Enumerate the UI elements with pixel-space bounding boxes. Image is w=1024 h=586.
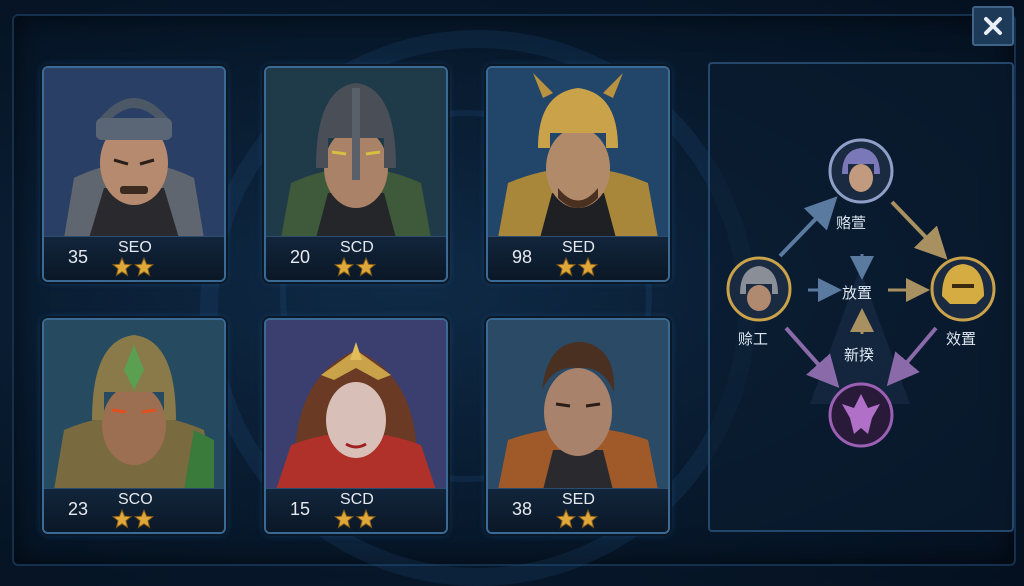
hero-class: SCD: [340, 491, 374, 508]
hero-info-bar: 15 SCD: [266, 488, 446, 532]
hero-class: SCO: [118, 491, 153, 508]
node-violet-knight-icon[interactable]: [828, 138, 894, 204]
hero-stars: [112, 257, 154, 277]
hero-level: 23: [68, 499, 89, 519]
hero-portrait-iron-helmet: [266, 68, 446, 238]
hero-card-1[interactable]: 35 SEO: [42, 66, 226, 282]
hero-portrait-crowned-woman: [266, 320, 446, 490]
star-icon: [334, 257, 354, 277]
hero-stars: [334, 509, 376, 529]
node-left-label: 赊工: [738, 330, 769, 348]
hero-stars: [334, 257, 376, 277]
node-center-label: 放置: [842, 284, 873, 302]
star-icon: [556, 257, 576, 277]
hero-stars: [112, 509, 154, 529]
star-icon: [356, 257, 376, 277]
star-icon: [578, 509, 598, 529]
node-gold-helm-icon[interactable]: [930, 256, 996, 322]
hero-portrait-gold-helmet: [488, 68, 668, 238]
hero-level: 98: [512, 247, 533, 267]
hero-info-bar: 23 SCO: [44, 488, 224, 532]
star-icon: [334, 509, 354, 529]
star-icon: [356, 509, 376, 529]
node-top-label: 赂萱: [836, 214, 867, 232]
node-lower-center-label: 新揆: [844, 346, 875, 364]
hero-info-bar: 38 SED: [488, 488, 668, 532]
hero-stars: [556, 257, 598, 277]
node-purple-emblem-icon[interactable]: [828, 382, 894, 448]
node-steel-knight-icon[interactable]: [726, 256, 792, 322]
close-button[interactable]: [972, 6, 1014, 46]
star-icon: [112, 257, 132, 277]
hero-card-2[interactable]: 20 SCD: [264, 66, 448, 282]
hero-stars: [556, 509, 598, 529]
hero-card-4[interactable]: 23 SCO: [42, 318, 226, 534]
hero-portrait-bare-head-man: [488, 320, 668, 490]
hero-level: 20: [290, 247, 311, 267]
star-icon: [556, 509, 576, 529]
hero-card-5[interactable]: 15 SCD: [264, 318, 448, 534]
close-icon: [984, 17, 1002, 35]
hero-portrait-bronze-helmet: [44, 320, 224, 490]
hero-level: 35: [68, 247, 89, 267]
hero-class: SED: [562, 491, 595, 508]
hero-info-bar: 35 SEO: [44, 236, 224, 280]
hero-portrait-steel-helmet: [44, 68, 224, 238]
hero-info-bar: 20 SCD: [266, 236, 446, 280]
star-icon: [578, 257, 598, 277]
hero-info-bar: 98 SED: [488, 236, 668, 280]
hero-level: 15: [290, 499, 311, 519]
hero-card-3[interactable]: 98 SED: [486, 66, 670, 282]
hero-class: SEO: [118, 239, 152, 256]
node-right-label: 效置: [946, 330, 977, 348]
star-icon: [112, 509, 132, 529]
hero-card-6[interactable]: 38 SED: [486, 318, 670, 534]
hero-class: SED: [562, 239, 595, 256]
hero-level: 38: [512, 499, 533, 519]
star-icon: [134, 257, 154, 277]
relationship-panel: 赂萱 赊工 效置 放置 新揆: [708, 62, 1014, 532]
star-icon: [134, 509, 154, 529]
hero-class: SCD: [340, 239, 374, 256]
